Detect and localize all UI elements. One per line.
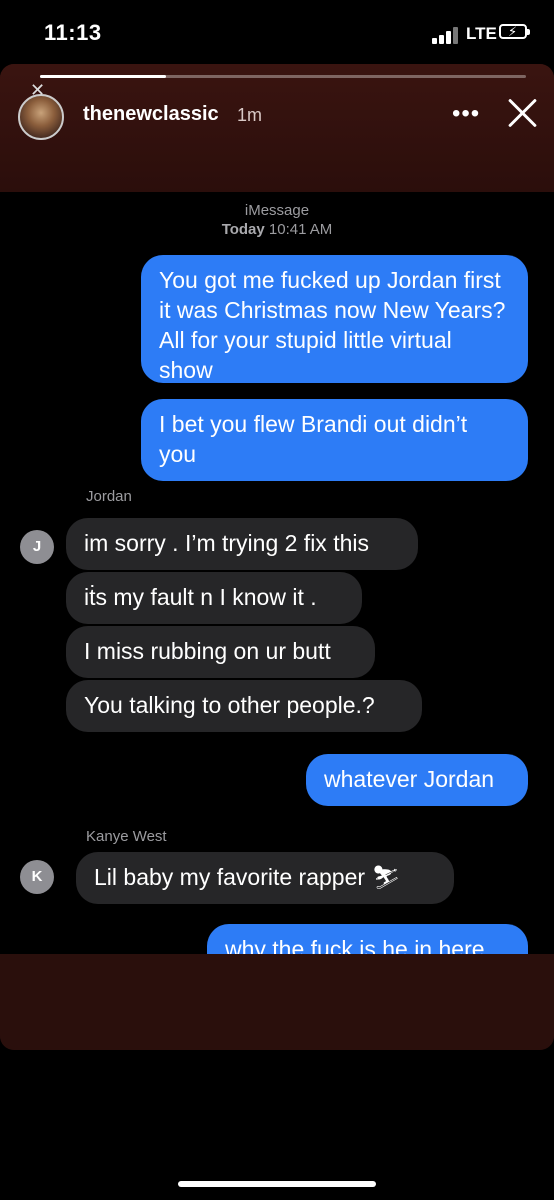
skier-emoji: ⛷ <box>371 864 401 890</box>
home-indicator[interactable] <box>178 1181 376 1187</box>
sender-name: Kanye West <box>86 828 167 845</box>
story-header: ✕ thenewclassic 1m ••• <box>0 64 554 192</box>
status-time: 11:13 <box>44 20 102 45</box>
message-bubble-sent[interactable]: You got me fucked up Jordan first it was… <box>141 255 528 383</box>
thread-timestamp: Today 10:41 AM <box>0 221 554 238</box>
close-icon[interactable] <box>505 96 539 130</box>
battery-charging-icon: ⚡ <box>499 24 530 39</box>
story-time-ago: 1m <box>237 105 263 125</box>
story-viewer[interactable]: ✕ thenewclassic 1m ••• iMessage Today 10… <box>0 64 554 1050</box>
story-progress-fill <box>40 75 167 78</box>
close-friends-x-icon: ✕ <box>30 80 46 100</box>
sender-name: Jordan <box>86 488 132 505</box>
thread-day: Today <box>221 221 265 238</box>
story-footer-area <box>0 954 554 1050</box>
story-username[interactable]: thenewclassic <box>83 103 219 126</box>
thread-time: 10:41 AM <box>268 221 333 238</box>
thread-service-label: iMessage <box>244 202 310 219</box>
message-bubble-received[interactable]: im sorry . I’m trying 2 fix this <box>66 518 418 570</box>
contact-avatar[interactable]: K <box>20 860 54 894</box>
message-thread: iMessage Today 10:41 AM You got me fucke… <box>0 192 554 954</box>
message-bubble-sent[interactable]: I bet you flew Brandi out didn’t you <box>141 399 528 481</box>
story-progress-bar <box>40 75 526 78</box>
message-text: Lil baby my favorite rapper <box>94 864 366 890</box>
message-bubble-received[interactable]: You talking to other people.? <box>66 680 422 732</box>
message-bubble-received[interactable]: I miss rubbing on ur butt <box>66 626 375 678</box>
more-options-icon[interactable]: ••• <box>452 100 480 128</box>
message-bubble-sent[interactable]: whatever Jordan <box>306 754 528 806</box>
signal-icon <box>432 26 462 44</box>
contact-avatar[interactable]: J <box>20 530 54 564</box>
network-label: LTE <box>466 24 497 43</box>
message-bubble-received[interactable]: Lil baby my favorite rapper ⛷ <box>76 852 454 904</box>
message-bubble-sent[interactable]: why the fuck is he in here <box>207 924 528 954</box>
status-bar: 11:13 LTE ⚡ <box>0 0 554 64</box>
message-bubble-received[interactable]: iṫs my fault n I know it . <box>66 572 362 624</box>
